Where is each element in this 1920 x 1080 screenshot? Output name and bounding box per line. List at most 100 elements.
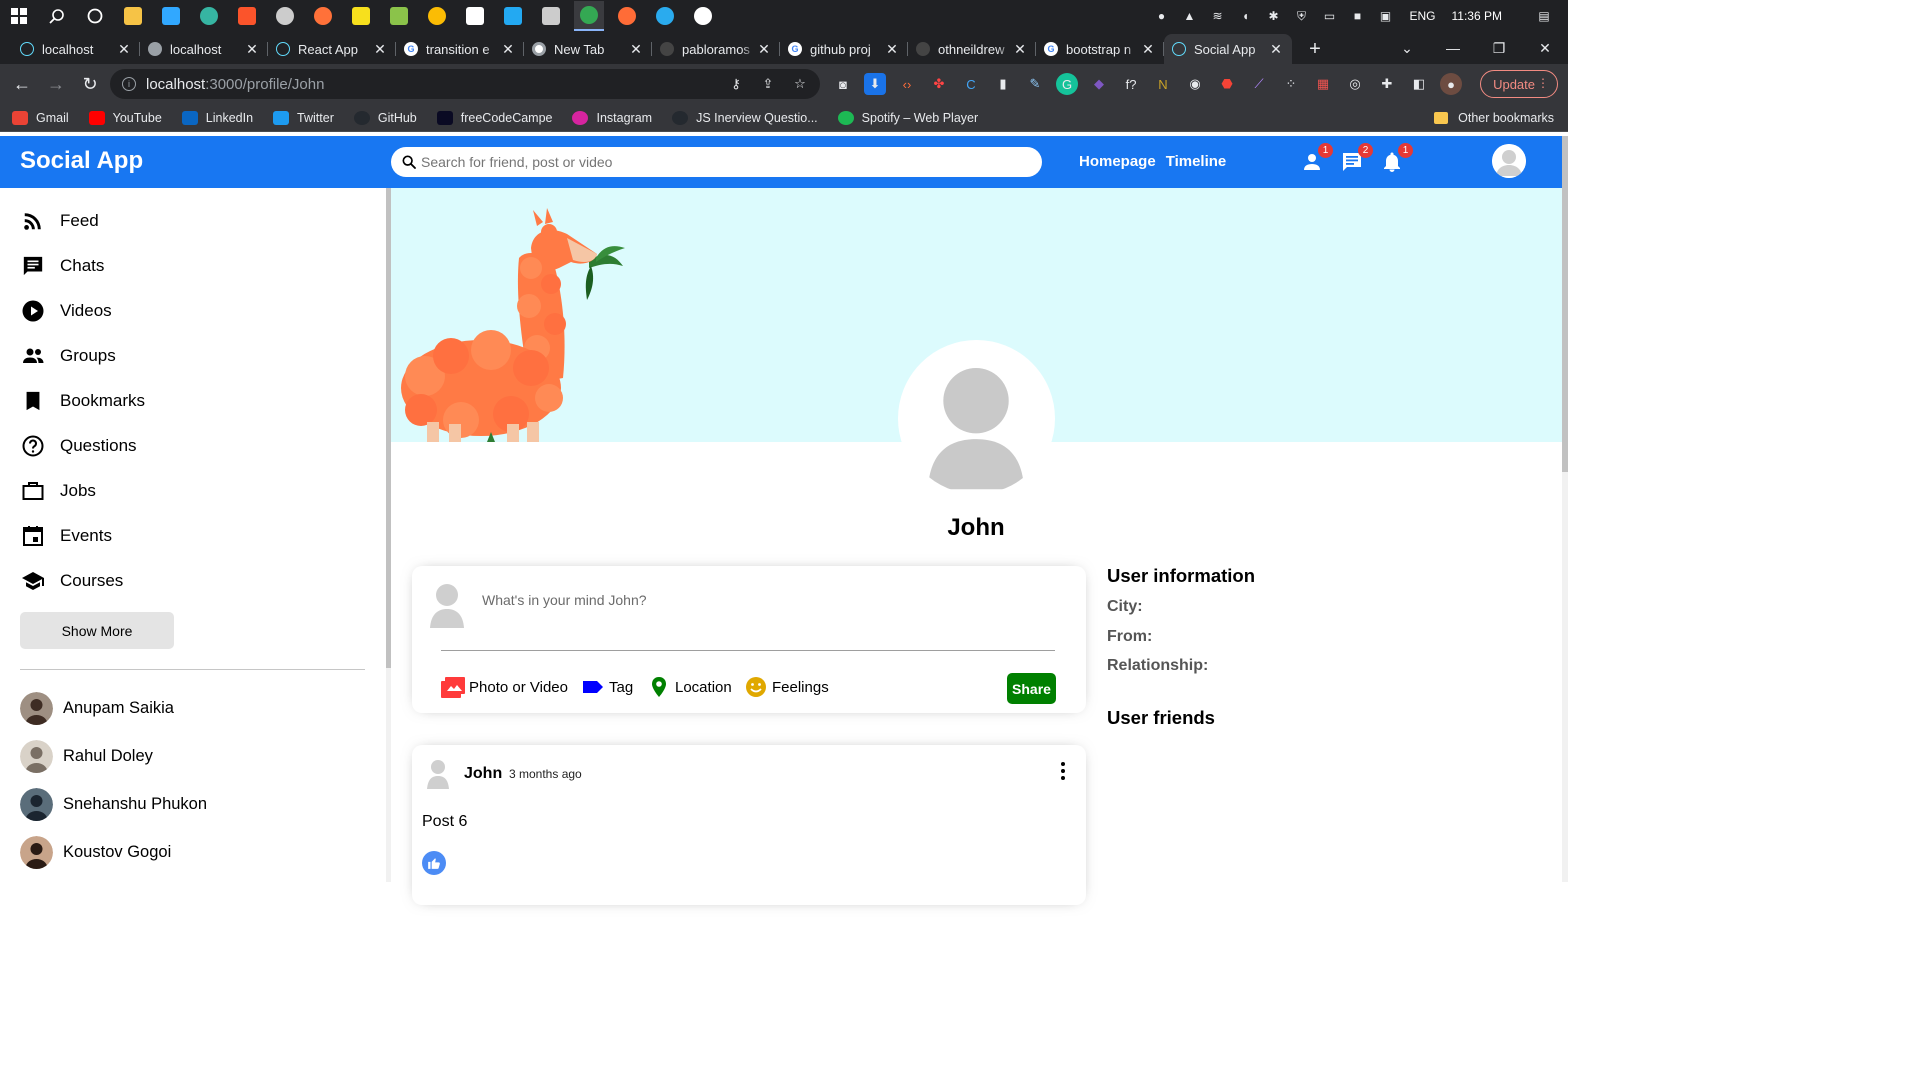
taskbar-app-search[interactable]: [42, 1, 72, 31]
browser-tab[interactable]: Ggithub proj ✕: [780, 34, 908, 64]
taskbar-app-windows-start[interactable]: [4, 1, 34, 31]
taskbar-app-task-view[interactable]: [80, 1, 110, 31]
taskbar-app-file-explorer[interactable]: [118, 1, 148, 31]
close-tab-icon[interactable]: ✕: [1140, 41, 1156, 58]
bookmark-linkedin[interactable]: LinkedIn: [181, 110, 253, 125]
share-page-icon[interactable]: ⇪: [757, 73, 779, 95]
browser-tab[interactable]: Gtransition e ✕: [396, 34, 524, 64]
red-extension-icon[interactable]: ⬣: [1216, 73, 1238, 95]
browser-tab[interactable]: localhost ✕: [12, 34, 140, 64]
taskbar-app-chrome-active[interactable]: [574, 1, 604, 31]
browser-tab[interactable]: Social App ✕: [1164, 34, 1292, 64]
restore-button[interactable]: ❐: [1476, 32, 1522, 64]
purple-extension-icon[interactable]: ◆: [1088, 73, 1110, 95]
profile-avatar-icon[interactable]: ●: [1440, 73, 1462, 95]
close-tab-icon[interactable]: ✕: [116, 41, 132, 58]
bookmark-github[interactable]: GitHub: [353, 110, 417, 125]
site-info-icon[interactable]: i: [122, 77, 136, 91]
telegram-tray-icon[interactable]: ●: [1154, 8, 1170, 24]
address-bar[interactable]: i localhost:3000/profile/John: [110, 69, 820, 99]
volume-icon[interactable]: ◖: [1238, 8, 1254, 24]
post-author-name[interactable]: John: [464, 765, 502, 783]
update-button[interactable]: Update ⋮: [1480, 70, 1558, 98]
taskbar-app-obs[interactable]: [270, 1, 300, 31]
close-tab-icon[interactable]: ✕: [1268, 41, 1284, 58]
taskbar-app-telegram[interactable]: [650, 1, 680, 31]
taskbar-app-notepad[interactable]: [384, 1, 414, 31]
more-vert-icon[interactable]: [1058, 761, 1068, 781]
sidebar-item-groups[interactable]: Groups: [20, 341, 116, 371]
sidebar-item-jobs[interactable]: Jobs: [20, 476, 96, 506]
bookmark-youtube[interactable]: YouTube: [88, 110, 162, 125]
taskbar-app-terminal[interactable]: [536, 1, 566, 31]
tag-option[interactable]: Tag: [581, 676, 633, 698]
new-tab-button[interactable]: +: [1300, 34, 1330, 64]
bookmark-freecodecamp[interactable]: freeCodeCampe: [436, 110, 552, 125]
taskbar-app-sticky-notes[interactable]: [346, 1, 376, 31]
like-button[interactable]: [422, 851, 446, 875]
browser-tab[interactable]: othneildrew ✕: [908, 34, 1036, 64]
battery-icon[interactable]: ▭: [1322, 8, 1338, 24]
taskbar-app-photoshop[interactable]: [156, 1, 186, 31]
taskbar-app-chrome[interactable]: [422, 1, 452, 31]
color-picker-extension-icon[interactable]: ✤: [928, 73, 950, 95]
notifications-button[interactable]: 1: [1380, 143, 1413, 174]
code-extension-icon[interactable]: ‹›: [896, 73, 918, 95]
reload-button[interactable]: ↻: [74, 68, 106, 100]
taskbar-app-brave[interactable]: [232, 1, 262, 31]
other-bookmarks-folder[interactable]: Other bookmarks: [1434, 104, 1554, 132]
browser-tab[interactable]: New Tab ✕: [524, 34, 652, 64]
slack-tray-icon[interactable]: ✱: [1266, 8, 1282, 24]
close-tab-icon[interactable]: ✕: [1012, 41, 1028, 58]
taskbar-app-spotify-tray[interactable]: [688, 1, 718, 31]
language-indicator[interactable]: ENG: [1410, 9, 1436, 23]
friend-list-item[interactable]: Anupam Saikia: [20, 691, 174, 725]
friend-list-item[interactable]: Snehanshu Phukon: [20, 787, 207, 821]
page-scrollbar[interactable]: [1562, 136, 1568, 882]
notification-center-icon[interactable]: ▤: [1536, 8, 1552, 24]
profile-picture[interactable]: [898, 340, 1055, 497]
key-icon[interactable]: ⚷: [725, 73, 747, 95]
sidebar-item-videos[interactable]: Videos: [20, 296, 112, 326]
bookmark-spotify[interactable]: Spotify – Web Player: [837, 110, 978, 125]
share-button[interactable]: Share: [1007, 673, 1056, 704]
taskbar-app-postman[interactable]: [612, 1, 642, 31]
bookmark-gmail[interactable]: Gmail: [12, 110, 69, 125]
bookmark-star-icon[interactable]: ☆: [789, 73, 811, 95]
wifi-icon[interactable]: ≋: [1210, 8, 1226, 24]
photo-or-video-option[interactable]: Photo or Video: [441, 676, 568, 698]
formula-extension-icon[interactable]: f?: [1120, 73, 1142, 95]
target-extension-icon[interactable]: ◎: [1344, 73, 1366, 95]
ni-extension-icon[interactable]: N: [1152, 73, 1174, 95]
calendar-extension-icon[interactable]: ▦: [1312, 73, 1334, 95]
back-button[interactable]: ←: [6, 68, 38, 100]
close-window-button[interactable]: ✕: [1522, 32, 1568, 64]
camera-extension-icon[interactable]: ◙: [832, 73, 854, 95]
download-extension-icon[interactable]: ⬇: [864, 73, 886, 95]
sidebar-item-questions[interactable]: Questions: [20, 431, 137, 461]
friend-requests-button[interactable]: 1: [1300, 143, 1333, 174]
globe-extension-icon[interactable]: ◉: [1184, 73, 1206, 95]
app-logo[interactable]: Social App: [20, 147, 143, 175]
tab-search-icon[interactable]: ⌄: [1384, 32, 1430, 64]
sidebar-item-events[interactable]: Events: [20, 521, 112, 551]
search-bar[interactable]: [391, 147, 1042, 177]
taskbar-app-vscode[interactable]: [498, 1, 528, 31]
dots-extension-icon[interactable]: ⁘: [1280, 73, 1302, 95]
taskbar-app-notion[interactable]: [460, 1, 490, 31]
grammarly-extension-icon[interactable]: G: [1056, 73, 1078, 95]
close-tab-icon[interactable]: ✕: [884, 41, 900, 58]
sidebar-item-bookmarks[interactable]: Bookmarks: [20, 386, 145, 416]
post-author-avatar[interactable]: [426, 759, 450, 789]
brave-tray-icon[interactable]: ▲: [1182, 8, 1198, 24]
close-tab-icon[interactable]: ✕: [756, 41, 772, 58]
minimize-button[interactable]: —: [1430, 32, 1476, 64]
extensions-puzzle-icon[interactable]: ✚: [1376, 73, 1398, 95]
sidebar-item-courses[interactable]: Courses: [20, 566, 123, 596]
browser-tab[interactable]: localhost ✕: [140, 34, 268, 64]
shield-tray-icon[interactable]: ⛨: [1294, 8, 1310, 24]
friend-list-item[interactable]: Rahul Doley: [20, 739, 153, 773]
side-panel-icon[interactable]: ◧: [1408, 73, 1430, 95]
browser-tab[interactable]: Gbootstrap n ✕: [1036, 34, 1164, 64]
location-option[interactable]: Location: [647, 676, 732, 698]
